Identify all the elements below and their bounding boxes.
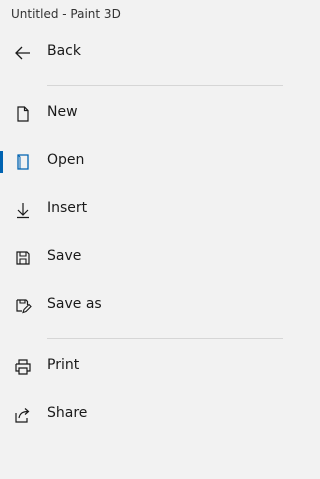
menu-item-save[interactable]: Save	[0, 238, 297, 278]
menu-item-save-as[interactable]: Save as	[0, 286, 297, 326]
printer-icon	[14, 358, 32, 376]
menu-item-label: Open	[47, 152, 85, 168]
divider	[47, 85, 283, 86]
menu-item-label: Save	[47, 248, 82, 264]
menu-item-label: New	[47, 104, 78, 120]
menu-item-insert[interactable]: Insert	[0, 190, 297, 230]
menu-item-print[interactable]: Print	[0, 347, 297, 387]
back-arrow-icon	[14, 44, 32, 62]
save-floppy-icon	[14, 249, 32, 267]
menu-item-share[interactable]: Share	[0, 395, 297, 435]
divider	[47, 338, 283, 339]
menu-item-label: Insert	[47, 200, 88, 216]
back-label: Back	[47, 43, 81, 59]
file-menu: Back New Open Insert Save Save as Print …	[0, 0, 297, 479]
menu-item-label: Print	[47, 357, 80, 373]
open-document-icon	[14, 153, 32, 171]
menu-item-open[interactable]: Open	[0, 142, 297, 182]
new-document-icon	[14, 105, 32, 123]
back-button[interactable]: Back	[0, 33, 297, 73]
share-icon	[14, 406, 32, 424]
save-as-icon	[14, 297, 32, 315]
selection-indicator	[0, 151, 3, 173]
menu-item-label: Share	[47, 405, 88, 421]
insert-arrow-icon	[14, 201, 32, 219]
menu-item-label: Save as	[47, 296, 102, 312]
menu-item-new[interactable]: New	[0, 94, 297, 134]
